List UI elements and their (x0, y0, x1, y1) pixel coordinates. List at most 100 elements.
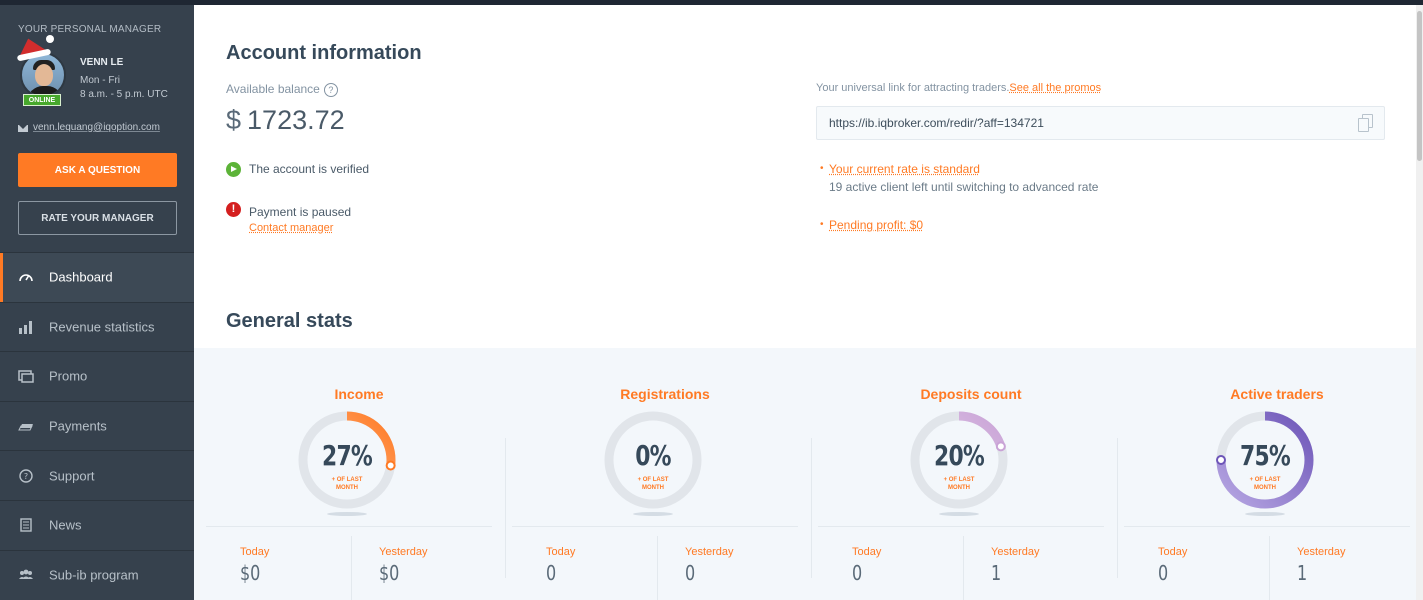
see-all-promos-link[interactable]: See all the promos (1009, 82, 1101, 94)
verified-check-icon (226, 162, 241, 177)
sidebar-item-payments[interactable]: Payments (0, 400, 194, 451)
yesterday-label: Yesterday (379, 546, 428, 558)
sidebar-item-promo[interactable]: Promo (0, 351, 194, 401)
progress-ring: 27% + OF LAST MONTH (295, 408, 399, 512)
manager-email-link[interactable]: venn.lequang@iqoption.com (33, 122, 160, 133)
bar-chart-icon (19, 320, 32, 334)
progress-ring: 20% + OF LAST MONTH (907, 408, 1011, 512)
copy-icon[interactable] (1358, 114, 1374, 133)
balance-label: Available balance? (226, 82, 338, 97)
ring-shadow (1245, 512, 1285, 516)
cash-icon (18, 424, 33, 431)
page-scrollbar[interactable] (1416, 5, 1423, 600)
bullet-icon: • (820, 163, 824, 174)
general-stats-title: General stats (226, 310, 353, 332)
sidebar-item-sub-ib-program[interactable]: Sub-ib program (0, 549, 194, 600)
stat-card-deposits-count: Deposits count 20% + OF LAST MONTH Today… (811, 348, 1124, 600)
newspaper-icon (20, 518, 32, 532)
stat-percent-caption: + OF LAST MONTH (943, 477, 975, 491)
sidebar: YOUR PERSONAL MANAGER ONLINE VENN LE Mon… (0, 5, 194, 600)
sidebar-item-dashboard[interactable]: Dashboard (0, 252, 194, 302)
progress-ring: 75% + OF LAST MONTH (1213, 408, 1317, 512)
today-value: $0 (240, 561, 261, 585)
stat-percent-caption: + OF LAST MONTH (331, 477, 363, 491)
sidebar-item-label: Support (49, 468, 95, 484)
progress-ring-knob (385, 460, 396, 471)
progress-ring: 0% + OF LAST MONTH (601, 408, 705, 512)
manager-days: Mon - Fri (80, 75, 120, 86)
general-stats-panel: Income 27% + OF LAST MONTH Today $0 Yest… (194, 348, 1423, 600)
stat-mid-divider (963, 536, 964, 600)
stat-divider (512, 526, 798, 527)
payment-paused-text: Payment is paused (249, 205, 352, 219)
svg-text:?: ? (24, 472, 28, 481)
stat-card-active-traders: Active traders 75% + OF LAST MONTH Today… (1117, 348, 1423, 600)
stat-card-title: Registrations (620, 386, 710, 402)
promo-icon (18, 370, 34, 384)
manager-hours: 8 a.m. - 5 p.m. UTC (80, 89, 168, 100)
online-status-badge: ONLINE (23, 94, 61, 106)
yesterday-value: 1 (991, 561, 1002, 585)
main-content: Account information Available balance? $… (194, 5, 1423, 600)
currency-symbol: $ (226, 105, 242, 135)
yesterday-value: $0 (379, 561, 400, 585)
universal-link-box (816, 106, 1385, 140)
question-circle-icon: ? (19, 468, 33, 483)
scrollbar-thumb[interactable] (1417, 11, 1422, 161)
stat-percent: 75% (1240, 439, 1291, 472)
today-label: Today (1158, 546, 1188, 558)
universal-link-input[interactable] (829, 116, 1349, 130)
card-separator (811, 438, 812, 578)
stat-card-title: Income (334, 386, 384, 402)
yesterday-value: 1 (1297, 561, 1308, 585)
stat-percent: 20% (934, 439, 985, 472)
stat-divider (206, 526, 492, 527)
page-title: Account information (226, 42, 422, 64)
stat-percent: 0% (635, 439, 671, 472)
today-value: 0 (546, 561, 557, 585)
universal-link-label: Your universal link for attracting trade… (816, 82, 1102, 94)
ask-question-button[interactable]: ASK A QUESTION (18, 153, 177, 187)
payment-paused-alert-icon: ! (226, 202, 241, 217)
stat-divider (1124, 526, 1410, 527)
card-separator (505, 438, 506, 578)
manager-section-title: YOUR PERSONAL MANAGER (18, 24, 162, 35)
balance-value: $1723.72 (226, 105, 345, 135)
today-label: Today (852, 546, 882, 558)
yesterday-label: Yesterday (685, 546, 734, 558)
stat-card-income: Income 27% + OF LAST MONTH Today $0 Yest… (206, 348, 512, 600)
ring-shadow (939, 512, 979, 516)
stat-divider (818, 526, 1104, 527)
help-icon[interactable]: ? (323, 82, 338, 97)
today-value: 0 (1158, 561, 1169, 585)
sidebar-item-label: Sub-ib program (49, 567, 139, 583)
contact-manager-link[interactable]: Contact manager (249, 222, 333, 234)
sidebar-nav: Dashboard Revenue statistics Promo Payme… (0, 252, 194, 599)
stat-percent-caption: + OF LAST MONTH (637, 477, 669, 491)
sidebar-item-revenue-statistics[interactable]: Revenue statistics (0, 301, 194, 352)
mail-icon (18, 125, 28, 132)
yesterday-value: 0 (685, 561, 696, 585)
stat-card-title: Active traders (1230, 386, 1324, 402)
stat-percent: 27% (322, 439, 373, 472)
ring-shadow (633, 512, 673, 516)
ring-shadow (327, 512, 367, 516)
sidebar-item-label: Dashboard (49, 269, 113, 285)
speedometer-icon (19, 274, 33, 282)
stat-percent-caption: + OF LAST MONTH (1249, 477, 1281, 491)
stat-mid-divider (1269, 536, 1270, 600)
current-rate-link[interactable]: Your current rate is standard (829, 162, 980, 176)
sidebar-item-label: Promo (49, 368, 88, 384)
yesterday-label: Yesterday (991, 546, 1040, 558)
sidebar-item-support[interactable]: ? Support (0, 450, 194, 500)
today-label: Today (546, 546, 576, 558)
today-value: 0 (852, 561, 863, 585)
bullet-icon: • (820, 219, 824, 230)
stat-mid-divider (351, 536, 352, 600)
yesterday-label: Yesterday (1297, 546, 1346, 558)
sidebar-item-label: Payments (49, 418, 107, 434)
card-separator (1117, 438, 1118, 578)
sidebar-item-news[interactable]: News (0, 499, 194, 550)
pending-profit-link[interactable]: Pending profit: $0 (829, 218, 923, 232)
rate-manager-button[interactable]: RATE YOUR MANAGER (18, 201, 177, 235)
